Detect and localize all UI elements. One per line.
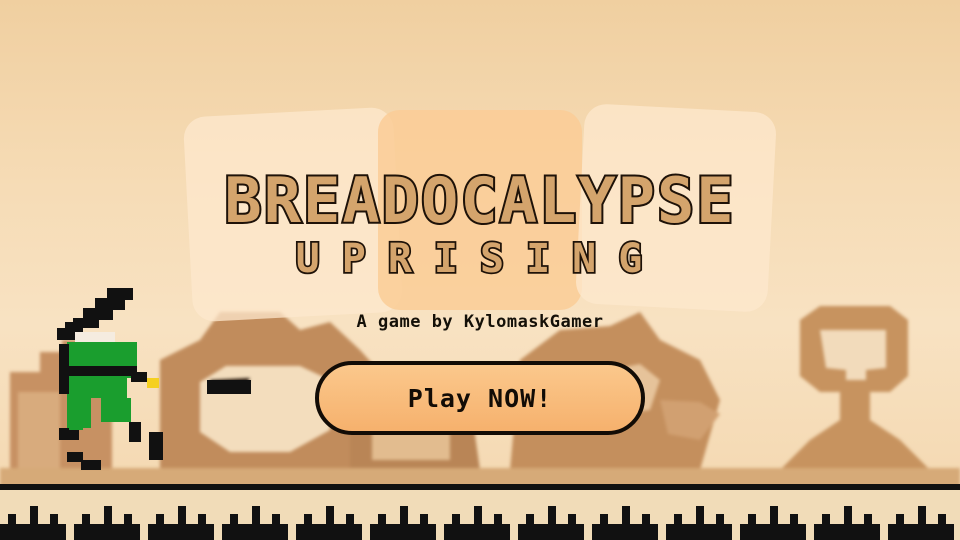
game-title: BREADOCALYPSE — [224, 164, 735, 237]
game-subtitle: UPRISING — [296, 236, 665, 282]
play-now-label: Play NOW! — [407, 383, 553, 413]
byline-text: A game by KylomaskGamer — [356, 312, 604, 332]
game-scene: BREADOCALYPSE UPRISING A game by Kylomas… — [0, 0, 960, 540]
play-now-button[interactable]: Play NOW! — [315, 361, 645, 435]
ground-tiles — [0, 484, 960, 540]
bullet-sprite — [207, 380, 251, 394]
